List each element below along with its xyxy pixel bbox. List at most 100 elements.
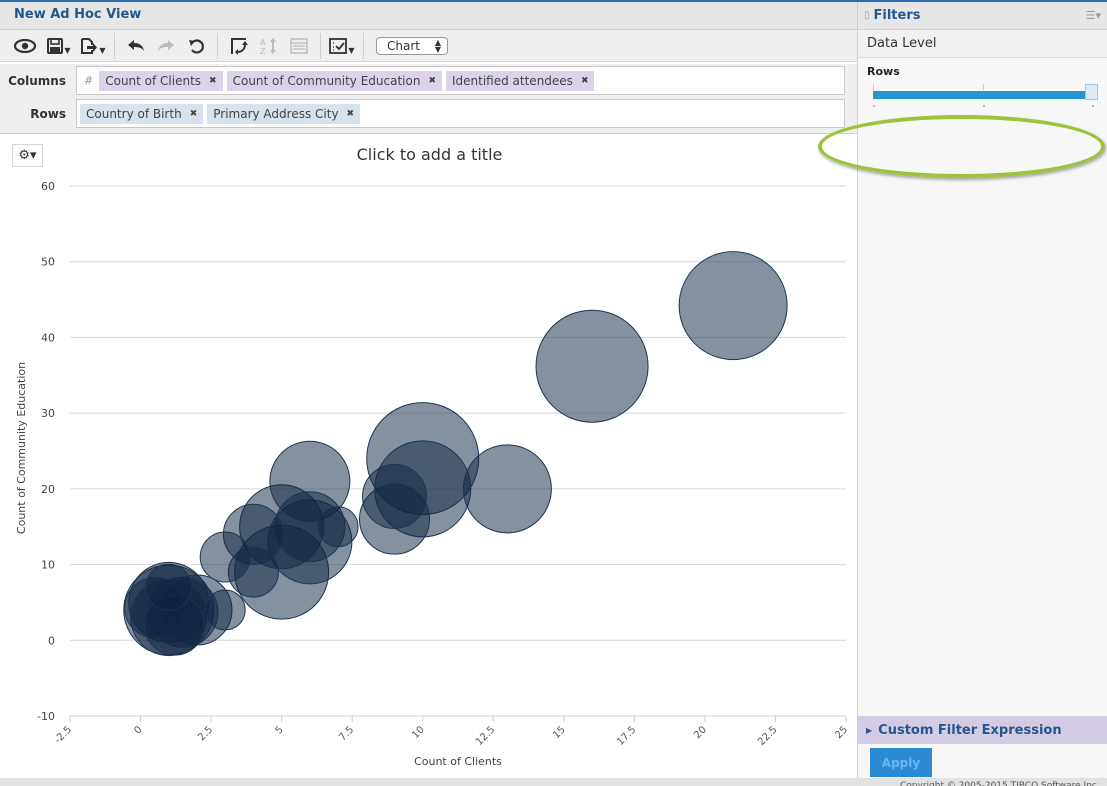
y-tick-label: 10: [41, 559, 55, 572]
filters-title: Filters: [873, 8, 921, 23]
apply-button[interactable]: Apply: [870, 748, 932, 777]
remove-icon[interactable]: ✖: [190, 109, 198, 119]
y-axis-title: Count of Community Education: [15, 362, 28, 534]
y-tick-label: 50: [41, 256, 55, 269]
columns-row: Columns # Count of Clients ✖ Count of Co…: [0, 64, 857, 97]
save-button[interactable]: ▼: [44, 33, 74, 59]
pill-label: Count of Clients: [105, 73, 202, 88]
x-tick-label: 20: [692, 724, 709, 741]
filters-panel: ▯ Filters ☰▾ Data Level Rows ▶ Custom Fi…: [818, 2, 1107, 778]
redo-icon: [158, 39, 174, 51]
toolbar-separator: [114, 32, 115, 59]
remove-icon[interactable]: ✖: [581, 76, 589, 86]
pill-label: Country of Birth: [86, 106, 182, 121]
x-tick-label: -2.5: [53, 724, 75, 746]
rows-label: Rows: [30, 106, 66, 121]
x-tick-label: 5: [273, 724, 285, 736]
slider-tick: [983, 84, 984, 90]
x-axis-title: Count of Clients: [414, 755, 502, 768]
toolbar-separator: [320, 32, 321, 59]
pivot-icon: [231, 37, 248, 55]
column-pill[interactable]: Identified attendees ✖: [445, 70, 595, 91]
switch-axes-button[interactable]: [224, 33, 254, 59]
slider-dot: [1092, 105, 1094, 107]
view-type-select[interactable]: Chart ▲ ▼: [376, 36, 448, 55]
view-title-bar: New Ad Hoc View: [0, 2, 857, 30]
columns-label: Columns: [8, 73, 66, 88]
measure-hash-icon: #: [84, 74, 94, 87]
export-button[interactable]: ▼: [78, 33, 108, 59]
undo-button[interactable]: [121, 33, 151, 59]
toolbar-separator: [363, 32, 364, 59]
custom-filter-expression-label: Custom Filter Expression: [878, 722, 1062, 738]
select-arrows-icon: ▲ ▼: [434, 37, 441, 54]
undo-all-icon: [189, 38, 204, 54]
undo-all-button[interactable]: [181, 33, 211, 59]
bubble: [145, 563, 193, 611]
caret-down-icon: ▼: [348, 46, 355, 55]
footer: Copyright © 2005-2015 TIBCO Software Inc…: [0, 778, 1107, 786]
bubble: [362, 463, 428, 529]
checklist-icon: [329, 37, 348, 54]
x-tick-label: 17.5: [615, 724, 639, 748]
remove-icon[interactable]: ✖: [428, 76, 436, 86]
expand-triangle-icon: ▶: [866, 725, 873, 735]
y-tick-label: 60: [41, 180, 55, 193]
toolbar: ▼ ▼ AZ ▼ Chart ▲ ▼: [0, 30, 857, 62]
y-tick-label: 0: [48, 634, 55, 647]
rows-level-section: Rows: [818, 58, 1107, 178]
x-tick-label: 22.5: [756, 724, 780, 748]
y-tick-label: -10: [37, 710, 55, 723]
view-title: New Ad Hoc View: [14, 7, 142, 22]
remove-icon[interactable]: ✖: [347, 109, 355, 119]
x-tick-label: 15: [551, 724, 568, 741]
sort-button[interactable]: AZ: [254, 33, 284, 59]
redo-button[interactable]: [151, 33, 181, 59]
x-tick-label: 12.5: [474, 724, 498, 748]
caret-down-icon: ▼: [64, 46, 71, 55]
row-pill[interactable]: Country of Birth ✖: [80, 103, 204, 124]
slider-tick: [873, 84, 874, 90]
chart-canvas: 60 50 40 30 20 10 0 -10 -2.5 0 2.5 5 7.5 10 12.5 15 17.5…: [0, 134, 857, 778]
filters-menu-icon[interactable]: ☰▾: [1086, 9, 1101, 22]
bubble: [317, 506, 359, 548]
y-tick-label: 40: [41, 331, 55, 344]
chart-options-button[interactable]: ▼: [327, 33, 357, 59]
copyright-text: Copyright © 2005-2015 TIBCO Software Inc…: [900, 781, 1100, 786]
x-tick-label: 7.5: [337, 724, 356, 743]
column-pill[interactable]: Count of Community Education ✖: [226, 70, 442, 91]
column-pill[interactable]: Count of Clients ✖: [99, 70, 223, 91]
table-options-button[interactable]: [284, 33, 314, 59]
svg-text:A: A: [260, 38, 266, 47]
highlight-annotation: [818, 115, 1105, 178]
x-tick-label: 10: [410, 724, 427, 741]
filters-header: ▯ Filters ☰▾: [858, 2, 1107, 30]
custom-filter-expression-header[interactable]: ▶ Custom Filter Expression: [858, 716, 1107, 744]
slider-dot: [983, 105, 985, 107]
eye-icon: [14, 38, 36, 53]
axis-area: Columns # Count of Clients ✖ Count of Co…: [0, 64, 857, 134]
main-panel: New Ad Hoc View ▼ ▼ AZ ▼ Chart ▲ ▼ Colum…: [0, 2, 857, 778]
svg-text:Z: Z: [260, 47, 266, 55]
columns-dropzone[interactable]: # Count of Clients ✖ Count of Community …: [76, 66, 845, 95]
bubble-chart: 60 50 40 30 20 10 0 -10-2.5 0 2.5 5 7.5 10 12.5 15 17.5…: [15, 180, 850, 768]
y-tick-label: 20: [41, 483, 55, 496]
chart-title[interactable]: Click to add a title: [0, 145, 857, 164]
caret-down-icon: ▼: [99, 46, 106, 55]
export-icon: [81, 37, 98, 54]
data-level-slider-handle[interactable]: [1085, 84, 1098, 100]
row-pill[interactable]: Primary Address City ✖: [207, 103, 361, 124]
rows-row: Rows Country of Birth ✖ Primary Address …: [0, 97, 857, 130]
bubble: [535, 309, 649, 423]
rows-dropzone[interactable]: Country of Birth ✖ Primary Address City …: [76, 99, 845, 128]
bubble: [462, 444, 552, 534]
save-icon: [47, 37, 64, 54]
data-level-slider-track[interactable]: [873, 91, 1093, 99]
toolbar-separator: [217, 32, 218, 59]
view-type-value: Chart: [387, 38, 420, 53]
y-tick-label: 30: [41, 407, 55, 420]
panel-minimize-icon[interactable]: ▯: [864, 10, 870, 21]
view-button[interactable]: [10, 33, 40, 59]
bubble: [678, 251, 788, 361]
remove-icon[interactable]: ✖: [209, 76, 217, 86]
